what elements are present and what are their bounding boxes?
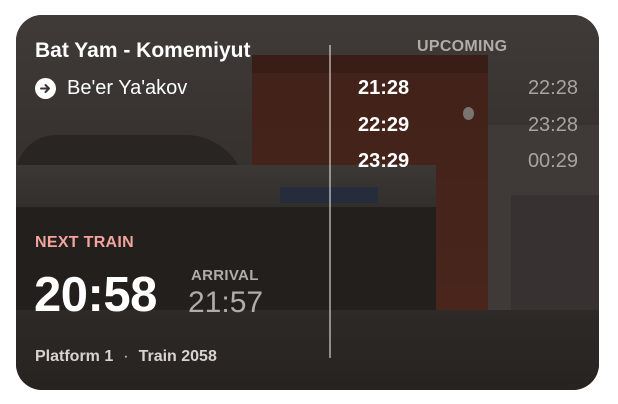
upcoming-arrival: 23:28 — [527, 114, 578, 136]
column-divider — [329, 45, 331, 358]
upcoming-departure: 21:28 — [358, 77, 410, 99]
train-details: Platform 1 · Train 2058 — [35, 348, 217, 366]
upcoming-departure: 22:29 — [358, 114, 410, 136]
upcoming-label: UPCOMING — [417, 38, 508, 55]
upcoming-row: 22:29 23:28 — [358, 114, 578, 140]
next-train-label: NEXT TRAIN — [35, 234, 134, 251]
station-name: Bat Yam - Komemiyut — [35, 39, 251, 62]
upcoming-row: 21:28 22:28 — [358, 77, 578, 103]
destination-row: Be'er Ya'akov — [35, 77, 187, 100]
upcoming-arrival: 00:29 — [527, 150, 578, 172]
upcoming-arrival: 22:28 — [527, 77, 578, 99]
arrival-time: 21:57 — [188, 286, 264, 319]
arrow-circle-right-icon — [35, 78, 56, 99]
upcoming-row: 23:29 00:29 — [358, 150, 578, 176]
separator-dot: · — [123, 348, 129, 365]
next-departure-time: 20:58 — [34, 268, 157, 322]
train-number: Train 2058 — [138, 348, 217, 365]
destination-name: Be'er Ya'akov — [67, 77, 188, 99]
station-photo-background — [16, 15, 599, 390]
arrival-label: ARRIVAL — [191, 267, 259, 284]
platform-label: Platform 1 — [35, 348, 114, 365]
upcoming-departure: 23:29 — [358, 150, 410, 172]
train-schedule-card: Bat Yam - Komemiyut Be'er Ya'akov NEXT T… — [16, 15, 599, 390]
